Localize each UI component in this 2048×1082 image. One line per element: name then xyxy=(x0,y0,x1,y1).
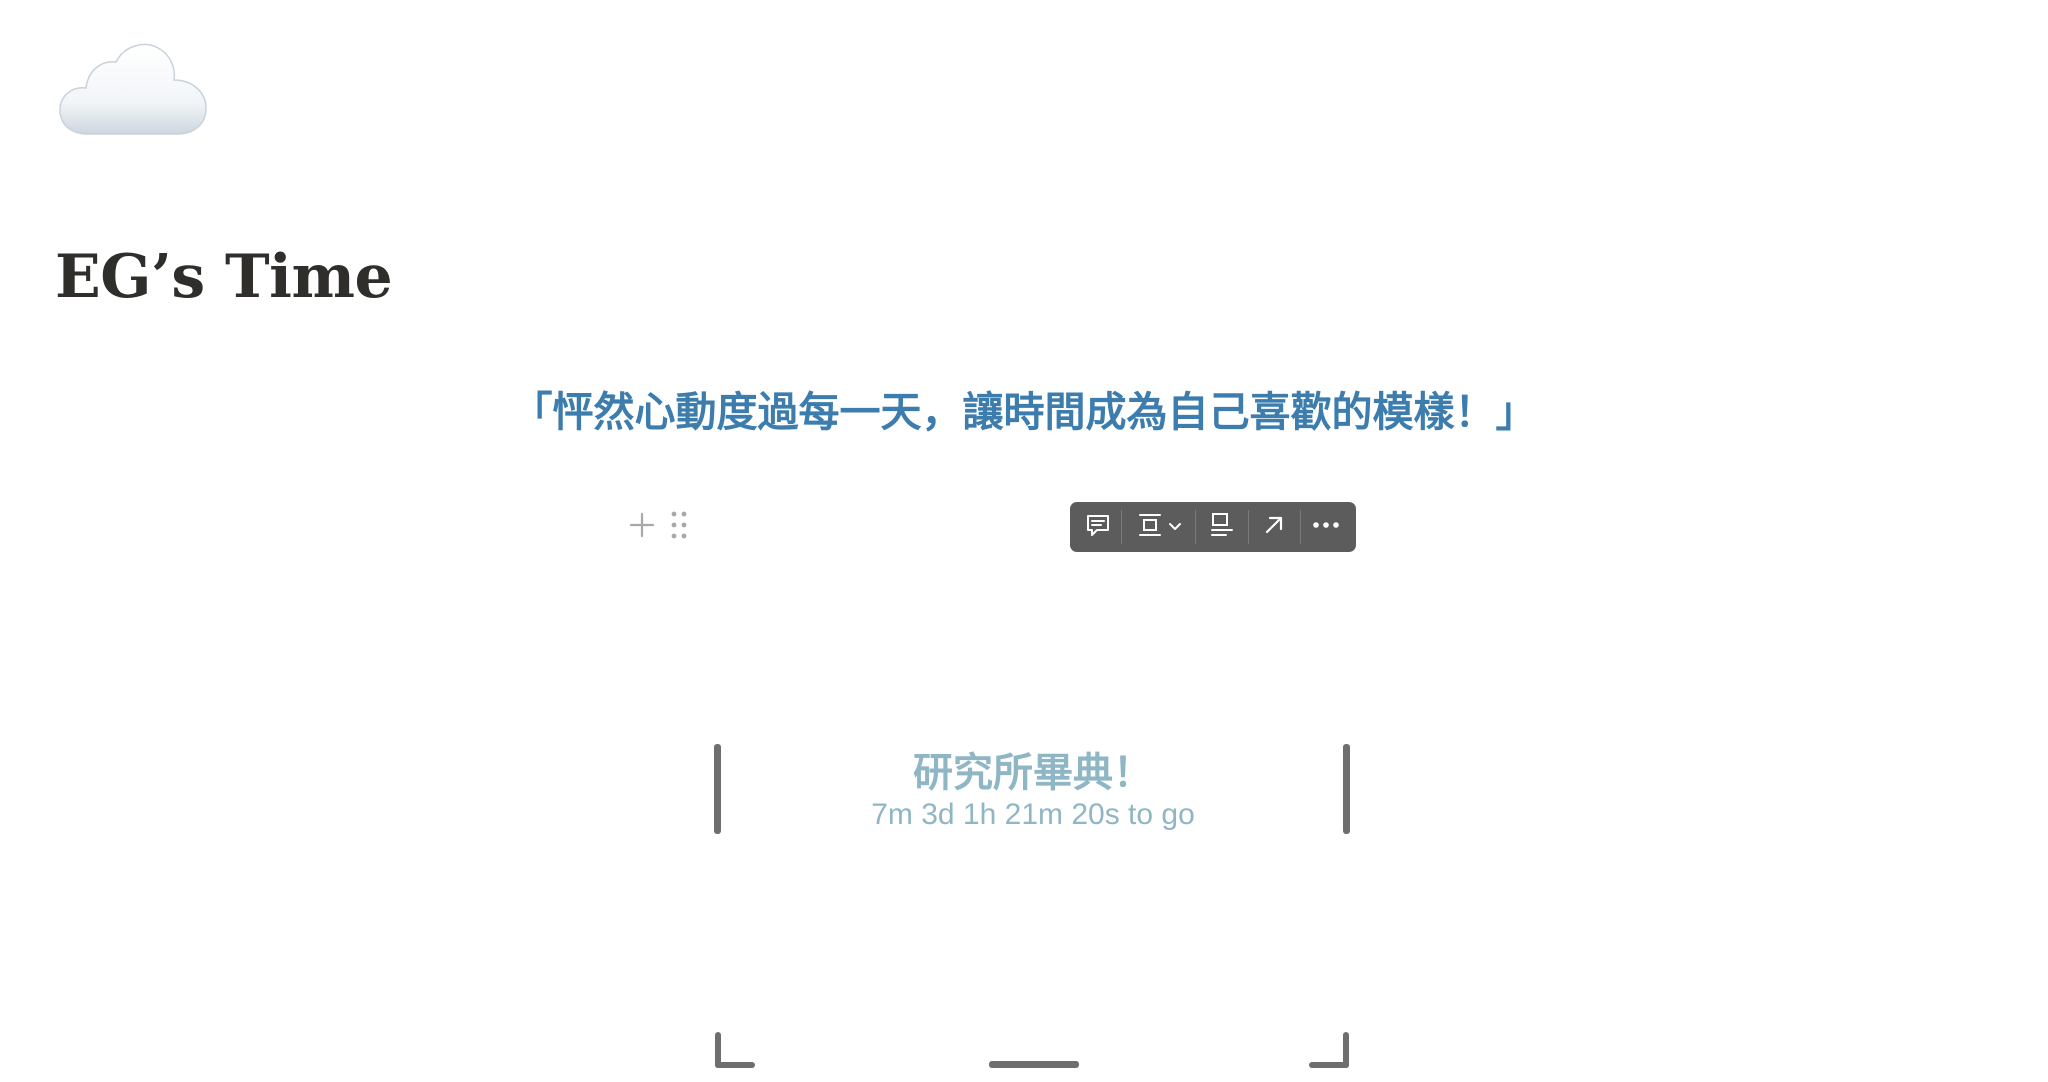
countdown-title: 研究所畢典！ xyxy=(913,750,1153,796)
more-button[interactable] xyxy=(1301,502,1352,552)
align-button[interactable] xyxy=(1122,502,1195,552)
more-icon xyxy=(1311,511,1341,543)
align-icon xyxy=(1136,511,1164,543)
chevron-down-icon xyxy=(1168,518,1182,537)
countdown-timer: 7m 3d 1h 21m 20s to go xyxy=(871,798,1195,831)
embed-toolbar xyxy=(1070,502,1356,552)
comment-icon xyxy=(1084,511,1112,543)
caption-button[interactable] xyxy=(1196,502,1247,552)
caption-icon xyxy=(1208,511,1236,543)
resize-handle-bottom-right[interactable] xyxy=(1309,1032,1349,1068)
open-original-icon xyxy=(1260,511,1288,543)
resize-handle-bottom-left[interactable] xyxy=(715,1032,755,1068)
page-title[interactable]: EG’s Time xyxy=(55,242,393,312)
block-handle xyxy=(628,505,688,545)
comment-button[interactable] xyxy=(1074,502,1121,552)
open-original-button[interactable] xyxy=(1248,502,1299,552)
countdown-embed[interactable]: 研究所畢典！ 7m 3d 1h 21m 20s to go xyxy=(713,740,1353,1072)
page-quote[interactable]: 「怦然心動度過每一天，讓時間成為自己喜歡的模樣！」 xyxy=(0,378,2048,438)
plus-icon[interactable] xyxy=(628,511,656,539)
resize-handle-bottom[interactable] xyxy=(989,1061,1079,1068)
notion-page: EG’s Time 「怦然心動度過每一天，讓時間成為自己喜歡的模樣！」 研究所畢… xyxy=(0,0,2048,1082)
cloud-icon[interactable] xyxy=(58,38,208,142)
drag-handle-icon[interactable] xyxy=(670,510,688,540)
